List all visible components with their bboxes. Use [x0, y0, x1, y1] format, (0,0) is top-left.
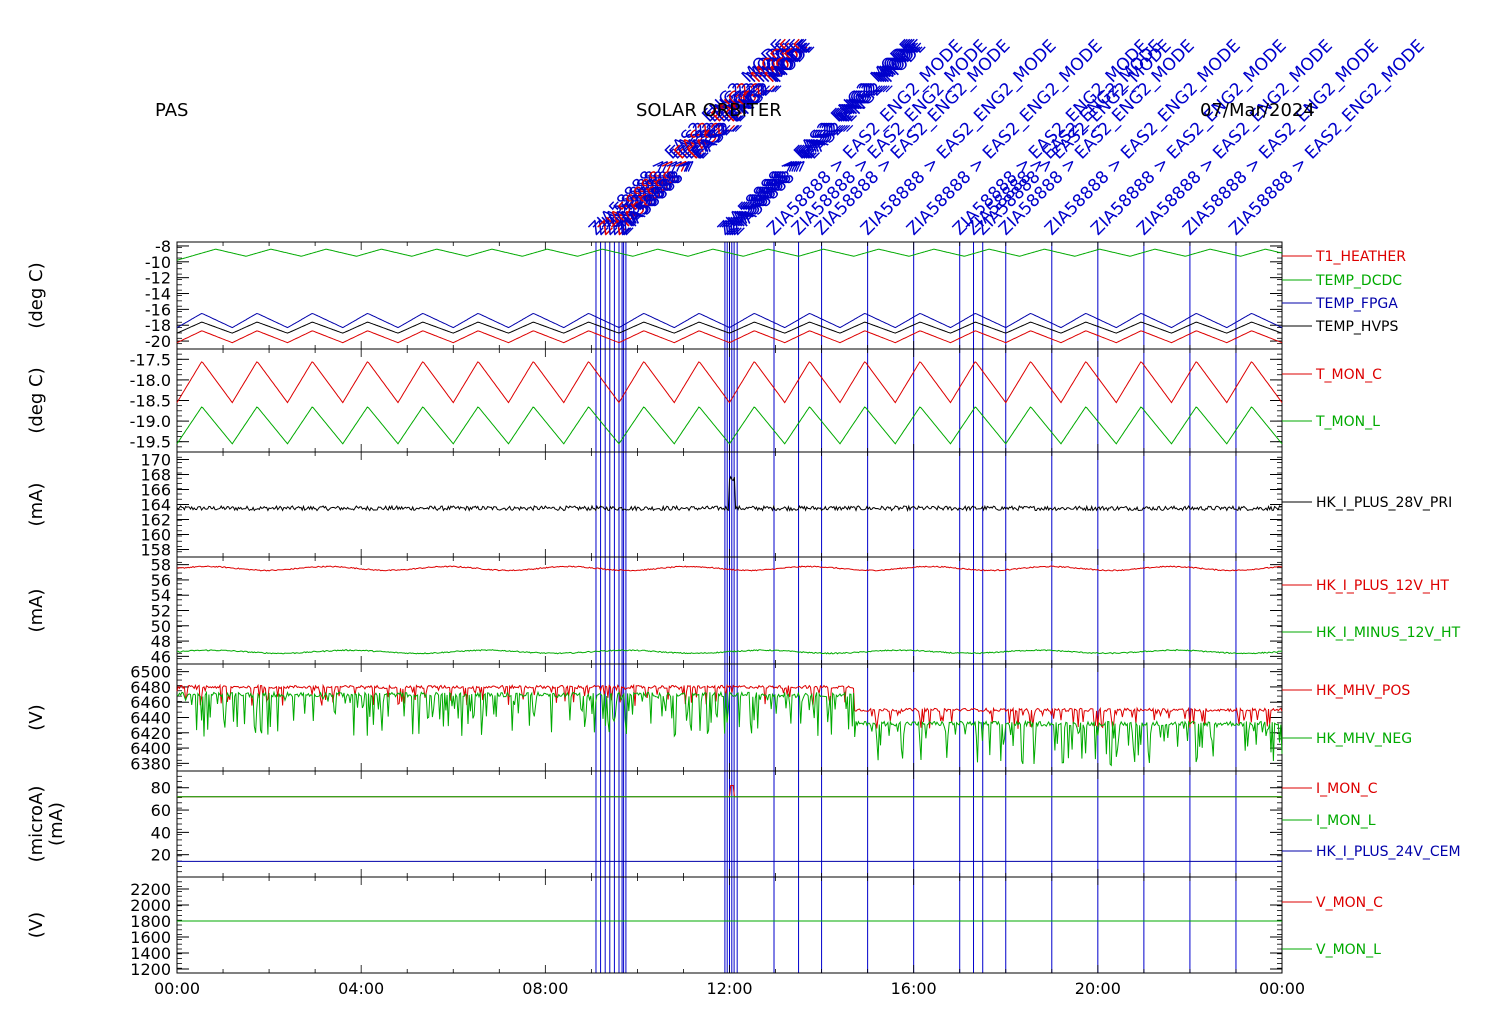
x-tick-label: 00:00: [1259, 979, 1305, 998]
event-annotations: ZIA58888 > EAS2_ENG2_MODEZIA58888 > EAS2…: [585, 36, 1429, 973]
y-axis-label: (deg C): [26, 367, 47, 433]
x-tick-label: 08:00: [522, 979, 568, 998]
legend-temp_dcdc: TEMP_DCDC: [1315, 273, 1402, 289]
panel-i12: 58565452504846(mA)HK_I_PLUS_12V_HTHK_I_M…: [26, 556, 1461, 667]
y-tick-label: -20: [145, 332, 171, 351]
date-label: 07/Mar/2024: [1200, 100, 1315, 121]
y-axis-label: (mA): [26, 483, 47, 527]
panel-tmon: -17.5 -18.0 -18.5-19.0 -19.5 (deg C) T_MON_C T…: [26, 348, 1382, 453]
y-tick-label: 40: [151, 823, 171, 842]
y-axis-label: (V): [26, 912, 47, 938]
legend-t_mon_c: T_MON_C: [1315, 367, 1382, 383]
y-tick-label: -18.0: [130, 371, 171, 390]
y-tick-label: 60: [151, 801, 171, 820]
legend-i_mon_c: I_MON_C: [1316, 781, 1378, 797]
panels: -8-10-12-14-16-18-20(deg C)T1_HEATHERTEM…: [26, 237, 1461, 979]
y-axis-label: (V): [26, 704, 47, 730]
legend-t1_heather: T1_HEATHER: [1315, 249, 1406, 265]
legend-hk_i_plus_28v_pri: HK_I_PLUS_28V_PRI: [1316, 495, 1452, 511]
y-tick-label: 6380: [130, 754, 171, 773]
legend-hk_mhv_pos: HK_MHV_POS: [1316, 683, 1410, 699]
legend-hk_i_plus_12v_ht: HK_I_PLUS_12V_HT: [1316, 578, 1449, 594]
y-tick-label: -19.5: [130, 433, 171, 452]
panel-vmon: 220020001800160014001200(V)V_MON_CV_MON_…: [26, 876, 1383, 979]
x-tick-label: 20:00: [1075, 979, 1121, 998]
legend-i_mon_l: I_MON_L: [1316, 813, 1376, 829]
legend-v_mon_c: V_MON_C: [1316, 895, 1383, 911]
panel-mhv: 6500648064606440642064006380(V)HK_MHV_PO…: [26, 663, 1412, 774]
y-tick-label: -18.5: [130, 392, 171, 411]
panel-i28: 170168166164162160158(mA) HK_I_PLUS_28V_P…: [26, 451, 1452, 560]
legend-temp_fpga: TEMP_FPGA: [1315, 296, 1398, 312]
x-tick-label: 16:00: [891, 979, 937, 998]
y-axis-label-secondary: (mA): [46, 802, 67, 846]
y-tick-label: -17.5: [130, 350, 171, 369]
legend-hk_mhv_neg: HK_MHV_NEG: [1316, 731, 1412, 747]
y-axis-label: (mA): [26, 589, 47, 633]
x-tick-label: 12:00: [706, 979, 752, 998]
instrument-label: PAS: [155, 100, 188, 121]
y-tick-label: 80: [151, 779, 171, 798]
y-axis-label: (microA): [26, 786, 47, 863]
housekeeping-plot: ZIA58888 > EAS2_ENG2_MODEZIA58888 > EAS2…: [26, 36, 1461, 998]
panel-imon: 80 60 40 20 (microA) (mA) I_MON_C I_MON_L HK_I_P…: [26, 770, 1461, 878]
x-tick-label: 00:00: [154, 979, 200, 998]
legend-hk_i_plus_24v_cem: HK_I_PLUS_24V_CEM: [1316, 844, 1461, 860]
x-axis: 00:00 04:00 08:00 12:00 16:00 20:00 00:00: [154, 979, 1305, 998]
legend-hk_i_minus_12v_ht: HK_I_MINUS_12V_HT: [1316, 625, 1461, 641]
legend-v_mon_l: V_MON_L: [1316, 942, 1381, 958]
legend-temp_hvps: TEMP_HVPS: [1315, 319, 1398, 335]
y-axis-label: (deg C): [26, 262, 47, 328]
y-tick-label: 1200: [130, 960, 171, 979]
mission-label: SOLAR ORBITER: [636, 100, 782, 121]
x-tick-label: 04:00: [338, 979, 384, 998]
legend-t_mon_l: T_MON_L: [1315, 414, 1380, 430]
y-tick-label: 20: [151, 846, 171, 865]
y-tick-label: -19.0: [130, 412, 171, 431]
panel-temperatures: -8-10-12-14-16-18-20(deg C)T1_HEATHERTEM…: [26, 237, 1406, 351]
